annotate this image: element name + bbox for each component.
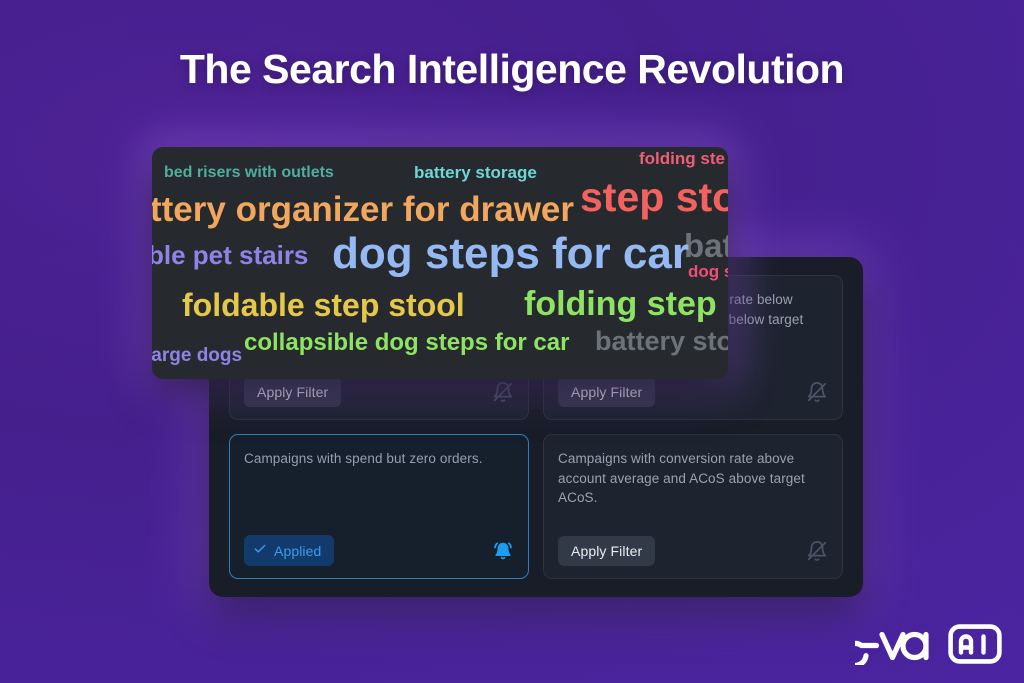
ai-badge xyxy=(948,624,1002,664)
filter-card-footer: Apply Filter xyxy=(558,536,828,566)
slide-canvas: The Search Intelligence Revolution Apply… xyxy=(0,0,1024,683)
word-cloud-term[interactable]: dog steps for car xyxy=(332,232,689,276)
bell-muted-icon[interactable] xyxy=(806,381,828,403)
filter-card-applied[interactable]: Campaigns with spend but zero orders. Ap… xyxy=(229,434,529,579)
word-cloud-term[interactable]: ttery organizer for drawer xyxy=(152,192,574,227)
word-cloud-term[interactable]: folding ste xyxy=(639,150,725,167)
filter-card[interactable]: Campaigns with conversion rate above acc… xyxy=(543,434,843,579)
eva-ai-logo xyxy=(855,623,1002,665)
word-cloud-term[interactable]: battery storage xyxy=(414,164,537,181)
word-cloud-term[interactable]: folding step xyxy=(524,287,717,321)
page-title: The Search Intelligence Revolution xyxy=(179,46,845,92)
word-cloud-term[interactable]: dog s xyxy=(688,263,728,280)
word-cloud-term[interactable]: step stoo xyxy=(580,177,728,218)
eva-wordmark xyxy=(855,631,929,665)
bell-active-icon[interactable] xyxy=(492,540,514,562)
word-cloud-term[interactable]: battery sto xyxy=(595,328,728,355)
word-cloud-term[interactable]: bed risers with outlets xyxy=(164,165,334,181)
applied-status-button[interactable]: Applied xyxy=(244,535,335,566)
apply-filter-button[interactable]: Apply Filter xyxy=(558,536,656,566)
applied-label: Applied xyxy=(274,542,322,559)
word-cloud-term[interactable]: collapsible dog steps for car xyxy=(244,331,569,355)
filter-card-description: Campaigns with spend but zero orders. xyxy=(244,451,483,466)
word-cloud-term[interactable]: foldable step stool xyxy=(182,289,465,321)
filter-card-footer: Applied xyxy=(244,535,514,566)
word-cloud-term[interactable]: large dogs xyxy=(152,346,242,365)
word-cloud-term[interactable]: ble pet stairs xyxy=(152,242,308,268)
check-icon xyxy=(253,542,267,559)
filter-card-description: Campaigns with conversion rate above acc… xyxy=(558,451,805,506)
bell-muted-icon[interactable] xyxy=(806,540,828,562)
word-cloud-term[interactable]: batt xyxy=(684,229,728,262)
word-cloud-panel: bed risers with outlets battery storage fo… xyxy=(152,147,728,379)
